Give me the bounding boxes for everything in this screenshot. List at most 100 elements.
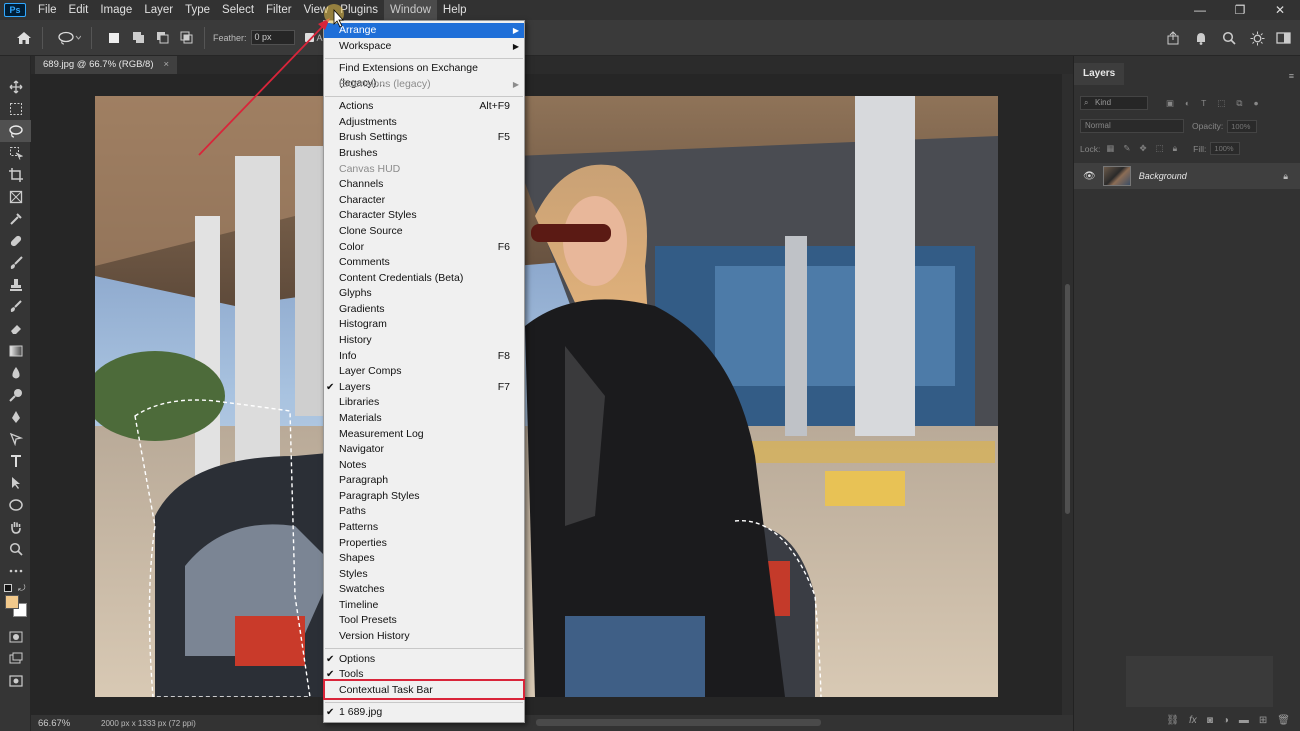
menu-view[interactable]: View — [298, 0, 335, 20]
default-colors-icon[interactable] — [4, 584, 12, 592]
window-menu-item-history[interactable]: History — [324, 333, 524, 348]
eyedropper-tool-icon[interactable] — [0, 208, 31, 230]
eraser-tool-icon[interactable] — [0, 318, 31, 340]
direct-select-tool-icon[interactable] — [0, 472, 31, 494]
window-menu-item-character[interactable]: Character — [324, 193, 524, 208]
close-tab-icon[interactable]: × — [164, 56, 170, 74]
window-menu-item-color[interactable]: Color F6 — [324, 240, 524, 255]
foreground-color-swatch[interactable] — [5, 595, 19, 609]
fill-input[interactable]: 100% — [1210, 142, 1241, 155]
marquee-tool-icon[interactable] — [0, 98, 31, 120]
group-icon[interactable]: ▬ — [1239, 715, 1249, 726]
lasso-tool-icon[interactable] — [0, 120, 31, 142]
feather-input[interactable]: 0 px — [250, 30, 295, 45]
minimize-button[interactable]: — — [1180, 0, 1220, 20]
layer-name[interactable]: Background — [1139, 171, 1187, 181]
window-menu-item-options[interactable]: ✔ Options — [324, 652, 524, 667]
maximize-button[interactable]: ❐ — [1220, 0, 1260, 20]
menu-layer[interactable]: Layer — [138, 0, 179, 20]
mask-icon[interactable]: ◙ — [1207, 715, 1213, 726]
adjustment-filter-icon[interactable]: ◐ — [1185, 98, 1190, 109]
zoom-level[interactable]: 66.67% — [31, 718, 85, 729]
clone-stamp-tool-icon[interactable] — [0, 274, 31, 296]
smart-object-filter-icon[interactable]: ⧉ — [1236, 98, 1242, 109]
path-select-tool-icon[interactable] — [0, 428, 31, 450]
menu-image[interactable]: Image — [94, 0, 138, 20]
lock-position-icon[interactable]: ✥ — [1139, 143, 1146, 154]
share-icon[interactable] — [1164, 29, 1182, 47]
window-menu-item-navigator[interactable]: Navigator — [324, 442, 524, 457]
menu-filter[interactable]: Filter — [260, 0, 298, 20]
menu-type[interactable]: Type — [179, 0, 216, 20]
move-tool-icon[interactable] — [0, 76, 31, 98]
filter-toggle-icon[interactable]: ● — [1253, 98, 1258, 109]
blend-mode-select[interactable]: Normal — [1080, 119, 1184, 133]
ellipse-tool-icon[interactable] — [0, 494, 31, 516]
screen-mode-icon[interactable] — [0, 648, 31, 670]
eye-icon[interactable]: 👁︎ — [1083, 171, 1096, 182]
shape-filter-icon[interactable]: ⬚ — [1217, 98, 1225, 109]
window-menu-item-libraries[interactable]: Libraries — [324, 395, 524, 410]
window-menu-item-arrange[interactable]: Arrange ▶ — [324, 23, 524, 38]
document-tab[interactable]: 689.jpg @ 66.7% (RGB/8) × — [35, 56, 178, 74]
new-layer-icon[interactable]: ⊞ — [1259, 715, 1267, 726]
dodge-tool-icon[interactable] — [0, 384, 31, 406]
pixel-filter-icon[interactable]: ▣ — [1166, 98, 1174, 109]
filter-kind-select[interactable]: ⌕ Kind — [1080, 96, 1148, 110]
lock-all-icon[interactable]: 🔒︎ — [1173, 143, 1178, 154]
discover-icon[interactable] — [1248, 29, 1266, 47]
brush-tool-icon[interactable] — [0, 252, 31, 274]
pen-tool-icon[interactable] — [0, 406, 31, 428]
window-menu-item-character-styles[interactable]: Character Styles — [324, 208, 524, 223]
hand-tool-icon[interactable] — [0, 516, 31, 538]
menu-window[interactable]: Window — [384, 0, 437, 20]
home-icon[interactable] — [14, 28, 34, 48]
swap-colors-icon[interactable]: ⤾ — [18, 583, 26, 594]
panel-menu-icon[interactable]: ≡ — [1289, 71, 1294, 81]
window-menu-item-measurement-log[interactable]: Measurement Log — [324, 427, 524, 442]
window-menu-item-timeline[interactable]: Timeline — [324, 598, 524, 613]
bell-icon[interactable] — [1192, 29, 1210, 47]
opacity-input[interactable]: 100% — [1227, 119, 1258, 133]
search-icon[interactable] — [1220, 29, 1238, 47]
workspace-icon[interactable] — [1276, 29, 1294, 47]
crop-tool-icon[interactable] — [0, 164, 31, 186]
window-menu-item-brushes[interactable]: Brushes — [324, 146, 524, 161]
history-brush-tool-icon[interactable] — [0, 296, 31, 318]
window-menu-item-clone-source[interactable]: Clone Source — [324, 224, 524, 239]
window-menu-item-comments[interactable]: Comments — [324, 255, 524, 270]
type-filter-icon[interactable]: T — [1201, 98, 1206, 109]
window-menu-item-styles[interactable]: Styles — [324, 567, 524, 582]
window-menu-item-actions[interactable]: Actions Alt+F9 — [324, 99, 524, 114]
blur-tool-icon[interactable] — [0, 362, 31, 384]
vertical-scrollbar[interactable] — [1062, 74, 1073, 715]
trash-icon[interactable]: 🗑︎ — [1277, 715, 1290, 726]
window-menu-item-tool-presets[interactable]: Tool Presets — [324, 613, 524, 628]
layers-tab[interactable]: Layers — [1074, 63, 1125, 85]
object-selection-tool-icon[interactable] — [0, 142, 31, 164]
lasso-tool-preset-icon[interactable] — [55, 28, 83, 48]
healing-brush-tool-icon[interactable] — [0, 230, 31, 252]
color-swatches[interactable]: ⤾ — [0, 582, 30, 626]
window-menu-item-version-history[interactable]: Version History — [324, 629, 524, 644]
window-menu-item-paragraph[interactable]: Paragraph — [324, 473, 524, 488]
close-button[interactable]: ✕ — [1260, 0, 1300, 20]
generative-fill-icon[interactable] — [0, 670, 31, 692]
window-menu-item-histogram[interactable]: Histogram — [324, 317, 524, 332]
menu-file[interactable]: File — [32, 0, 63, 20]
zoom-tool-icon[interactable] — [0, 538, 31, 560]
window-menu-item-paths[interactable]: Paths — [324, 504, 524, 519]
window-menu-item-notes[interactable]: Notes — [324, 458, 524, 473]
lock-artboard-icon[interactable]: ⬚ — [1156, 143, 1164, 154]
window-menu-item-layers[interactable]: ✔ Layers F7 — [324, 380, 524, 395]
lock-transparent-icon[interactable]: ▦ — [1106, 143, 1114, 154]
adjustment-icon[interactable]: ◑ — [1223, 715, 1229, 726]
new-selection-icon[interactable] — [104, 28, 124, 48]
document-info[interactable]: 2000 px x 1333 px (72 ppi) — [101, 719, 196, 728]
window-menu-item-1-689-jpg[interactable]: ✔ 1 689.jpg — [324, 705, 524, 720]
quick-mask-icon[interactable] — [0, 626, 31, 648]
add-to-selection-icon[interactable] — [128, 28, 148, 48]
window-menu-item-find-extensions-on-exchange-legacy[interactable]: Find Extensions on Exchange (legacy)... — [324, 61, 524, 89]
canvas-area[interactable] — [31, 74, 1062, 715]
window-menu-item-brush-settings[interactable]: Brush Settings F5 — [324, 130, 524, 145]
